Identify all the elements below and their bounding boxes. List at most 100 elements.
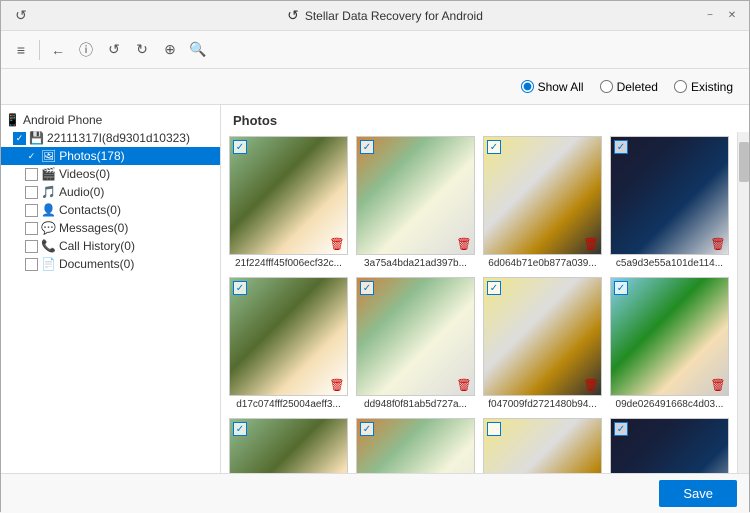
photo-item[interactable]: ✓ 🗑 21f224fff45f006ecf32c...: [229, 136, 348, 269]
sidebar-item-audio[interactable]: 🎵 Audio(0): [1, 183, 220, 201]
main-content: 📱 Android Phone ✓ 💾 22111317I(8d9301d103…: [1, 105, 749, 473]
close-button[interactable]: ✕: [723, 7, 741, 25]
status-bar: Save: [1, 473, 749, 513]
photo-checkbox[interactable]: ✓: [614, 281, 628, 295]
photo-item[interactable]: ✓ 🗑 c5a9d3e55a101de114...: [610, 136, 729, 269]
scrollbar-track[interactable]: [737, 132, 749, 473]
photo-thumbnail[interactable]: ✓ 🗑: [229, 418, 348, 473]
photo-thumbnail[interactable]: ✓ 🗑: [483, 277, 602, 396]
photo-delete-icon[interactable]: 🗑: [330, 378, 344, 392]
photo-thumbnail[interactable]: ✓ 🗑: [356, 136, 475, 255]
photo-thumbnail[interactable]: 🗑: [483, 418, 602, 473]
save-button[interactable]: Save: [659, 480, 737, 507]
photo-delete-icon[interactable]: 🗑: [330, 237, 344, 251]
photo-checkbox[interactable]: ✓: [360, 422, 374, 436]
videos-checkbox[interactable]: [25, 168, 38, 181]
photo-checkbox[interactable]: ✓: [360, 140, 374, 154]
photos-icon: 🖼: [41, 149, 56, 163]
photos-grid: ✓ 🗑 21f224fff45f006ecf32c... ✓ 🗑 3a75a4b…: [221, 132, 737, 473]
content-title: Photos: [221, 105, 749, 132]
photo-item[interactable]: ✓ 🗑 09de026491668c4d03...: [610, 277, 729, 410]
filter-show-all[interactable]: Show All: [521, 80, 584, 94]
minimize-button[interactable]: −: [701, 7, 719, 25]
toolbar: ≡ ← ⓘ ↺ ↻ ⊕ 🔍: [1, 31, 749, 69]
photo-name: 21f224fff45f006ecf32c...: [229, 258, 348, 269]
photo-checkbox[interactable]: ✓: [233, 140, 247, 154]
photo-checkbox[interactable]: ✓: [233, 281, 247, 295]
photo-name: f047009fd2721480b94...: [483, 399, 602, 410]
sidebar-device[interactable]: ✓ 💾 22111317I(8d9301d10323): [1, 129, 220, 147]
info-icon[interactable]: ⓘ: [74, 38, 98, 62]
photo-delete-icon[interactable]: 🗑: [457, 378, 471, 392]
photo-thumbnail[interactable]: ✓ 🗑: [229, 136, 348, 255]
photo-delete-icon[interactable]: 🗑: [457, 237, 471, 251]
menu-icon[interactable]: ≡: [9, 38, 33, 62]
sidebar-item-messages[interactable]: 💬 Messages(0): [1, 219, 220, 237]
content-area: Photos ✓ 🗑 21f224fff45f006ecf32c... ✓ 🗑 …: [221, 105, 749, 473]
photo-item[interactable]: ✓ 🗑 f047009fd2721480b94...: [483, 277, 602, 410]
photo-thumbnail[interactable]: ✓ 🗑: [610, 418, 729, 473]
photo-name: 6d064b71e0b877a039...: [483, 258, 602, 269]
contacts-icon: 👤: [41, 203, 56, 217]
photo-name: dd948f0f81ab5d727a...: [356, 399, 475, 410]
photo-checkbox[interactable]: ✓: [614, 140, 628, 154]
photo-name: d17c074fff25004aeff3...: [229, 399, 348, 410]
title-bar: ↺ ↺ Stellar Data Recovery for Android − …: [1, 1, 749, 31]
sidebar-item-documents[interactable]: 📄 Documents(0): [1, 255, 220, 273]
sidebar-item-videos[interactable]: 🎬 Videos(0): [1, 165, 220, 183]
sidebar-item-photos[interactable]: ✓ 🖼 Photos(178): [1, 147, 220, 165]
photo-thumbnail[interactable]: ✓ 🗑: [610, 277, 729, 396]
undo-icon[interactable]: ↺: [9, 4, 33, 28]
search-icon[interactable]: 🔍: [186, 38, 210, 62]
photo-item[interactable]: 🗑 26eb5eb3895619ba56...: [483, 418, 602, 473]
photo-checkbox[interactable]: ✓: [487, 281, 501, 295]
device-checkbox[interactable]: ✓: [13, 132, 26, 145]
photo-item[interactable]: ✓ 🗑 0bde4a2af37d1114d3...: [229, 418, 348, 473]
sidebar-android-phone[interactable]: 📱 Android Phone: [1, 111, 220, 129]
photo-item[interactable]: ✓ 🗑 d17c074fff25004aeff3...: [229, 277, 348, 410]
messages-checkbox[interactable]: [25, 222, 38, 235]
photo-thumbnail[interactable]: ✓ 🗑: [483, 136, 602, 255]
photo-item[interactable]: ✓ 🗑 dd948f0f81ab5d727a...: [356, 277, 475, 410]
photo-delete-icon[interactable]: 🗑: [711, 237, 725, 251]
refresh-icon[interactable]: ↺: [102, 38, 126, 62]
photo-thumbnail[interactable]: ✓ 🗑: [610, 136, 729, 255]
photo-thumbnail[interactable]: ✓ 🗑: [229, 277, 348, 396]
photo-checkbox[interactable]: ✓: [360, 281, 374, 295]
photo-checkbox[interactable]: [487, 422, 501, 436]
app-title: ↺ Stellar Data Recovery for Android: [69, 7, 701, 24]
forward-icon[interactable]: ↻: [130, 38, 154, 62]
call-history-icon: 📞: [41, 239, 56, 253]
photo-delete-icon[interactable]: 🗑: [711, 378, 725, 392]
photo-delete-icon[interactable]: 🗑: [584, 378, 598, 392]
filter-deleted[interactable]: Deleted: [600, 80, 658, 94]
photo-checkbox[interactable]: ✓: [233, 422, 247, 436]
filter-existing[interactable]: Existing: [674, 80, 733, 94]
sidebar: 📱 Android Phone ✓ 💾 22111317I(8d9301d103…: [1, 105, 221, 473]
photo-checkbox[interactable]: ✓: [614, 422, 628, 436]
audio-checkbox[interactable]: [25, 186, 38, 199]
device-icon: 💾: [29, 131, 44, 145]
filter-bar: Show All Deleted Existing: [1, 69, 749, 105]
back-icon[interactable]: ←: [46, 38, 70, 62]
videos-icon: 🎬: [41, 167, 56, 181]
add-icon[interactable]: ⊕: [158, 38, 182, 62]
photo-item[interactable]: ✓ 🗑 3a75a4bda21ad397b...: [356, 136, 475, 269]
call-history-checkbox[interactable]: [25, 240, 38, 253]
photo-name: 3a75a4bda21ad397b...: [356, 258, 475, 269]
window-controls: − ✕: [701, 7, 741, 25]
photo-item[interactable]: ✓ 🗑 6d064b71e0b877a039...: [483, 136, 602, 269]
documents-checkbox[interactable]: [25, 258, 38, 271]
photo-thumbnail[interactable]: ✓ 🗑: [356, 277, 475, 396]
sidebar-item-contacts[interactable]: 👤 Contacts(0): [1, 201, 220, 219]
contacts-checkbox[interactable]: [25, 204, 38, 217]
photo-item[interactable]: ✓ 🗑 0fd50094463e0cbf7af...: [356, 418, 475, 473]
scrollbar-thumb[interactable]: [739, 142, 749, 182]
photos-checkbox[interactable]: ✓: [25, 150, 38, 163]
photo-checkbox[interactable]: ✓: [487, 140, 501, 154]
documents-icon: 📄: [41, 257, 56, 271]
photo-thumbnail[interactable]: ✓ 🗑: [356, 418, 475, 473]
photo-item[interactable]: ✓ 🗑 288d5f0235cd281d13...: [610, 418, 729, 473]
photo-delete-icon[interactable]: 🗑: [584, 237, 598, 251]
sidebar-item-call-history[interactable]: 📞 Call History(0): [1, 237, 220, 255]
